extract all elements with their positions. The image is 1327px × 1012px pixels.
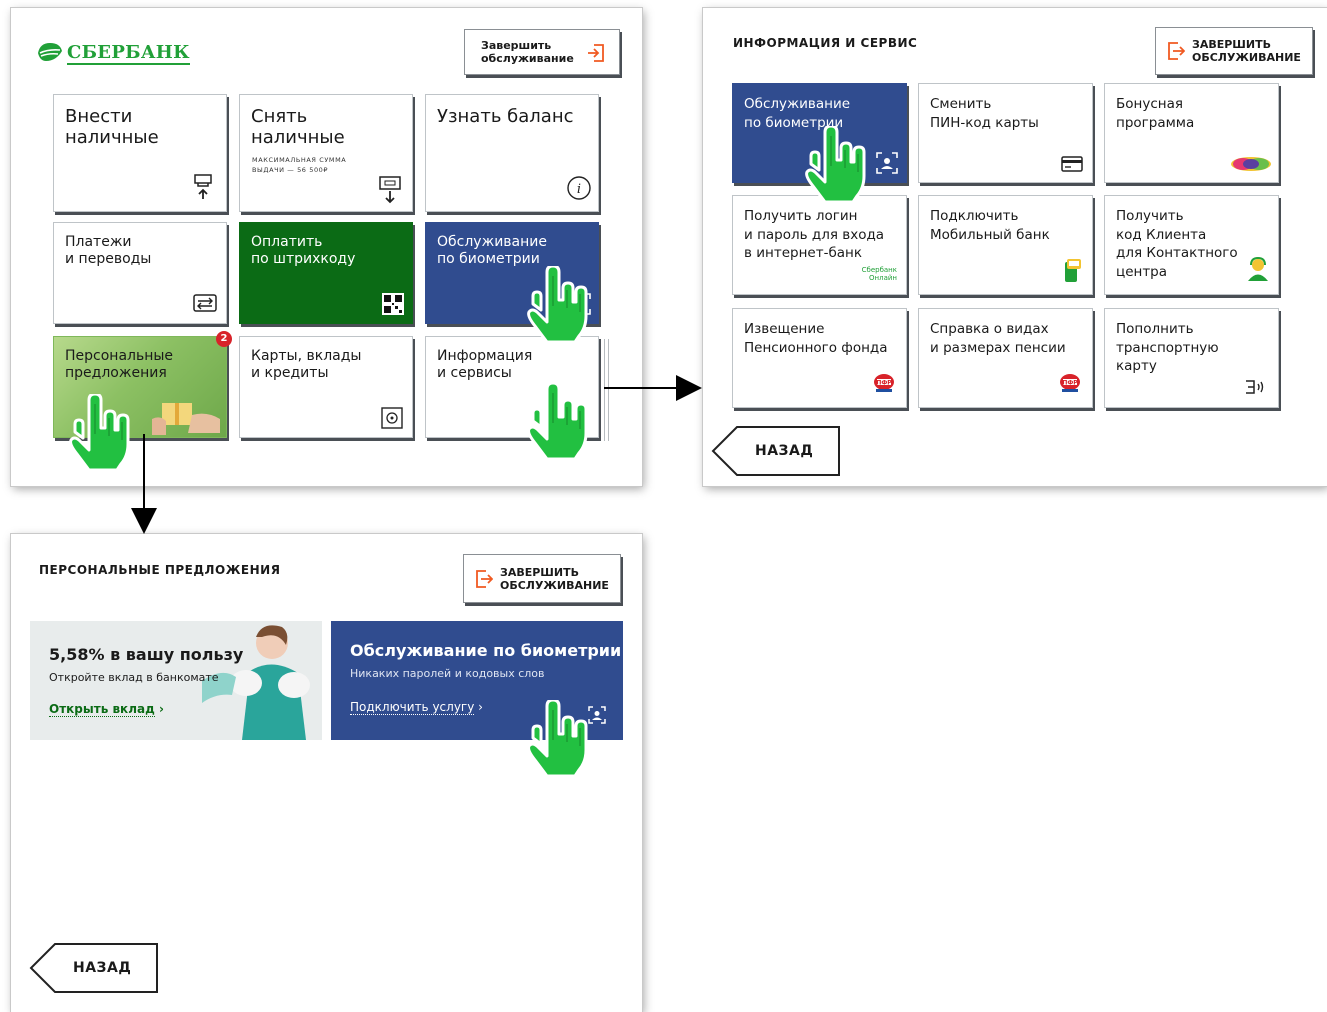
flow-arrow-right-head xyxy=(676,375,702,401)
pfr-icon xyxy=(874,374,894,392)
tile-label: Подключить Мобильный банк xyxy=(930,208,1050,243)
info-icon: i xyxy=(567,176,591,200)
offer-title: Обслуживание по биометрии xyxy=(350,641,622,660)
end-session-button[interactable]: ЗАВЕРШИТЬ ОБСЛУЖИВАНИЕ xyxy=(1155,27,1313,75)
link-text: Открыть вклад xyxy=(49,702,155,717)
back-label: НАЗАД xyxy=(755,443,814,459)
svg-text:i: i xyxy=(577,182,581,197)
tile-mobile-bank[interactable]: Подключить Мобильный банк xyxy=(918,195,1093,295)
tile-label: Извещение Пенсионного фонда xyxy=(744,321,888,356)
tile-label: Снять наличные xyxy=(251,106,345,148)
tile-label: Карты, вклады и кредиты xyxy=(251,348,362,381)
tile-biometrics[interactable]: Обслуживание по биометрии xyxy=(425,222,599,324)
qr-icon xyxy=(382,293,404,315)
tile-personal-offers[interactable]: Персональные предложения 2 xyxy=(53,331,232,438)
transfer-icon xyxy=(193,294,217,312)
tile-pension-fund-notice[interactable]: Извещение Пенсионного фонда xyxy=(732,308,907,408)
page-title: ПЕРСОНАЛЬНЫЕ ПРЕДЛОЖЕНИЯ xyxy=(39,563,281,577)
tile-transport-card[interactable]: Пополнить транспортную карту xyxy=(1104,308,1279,408)
phone-icon xyxy=(1065,259,1081,282)
tile-label: Оплатить по штрихкоду xyxy=(251,234,356,267)
offer-title: 5,58% в вашу пользу xyxy=(49,645,244,664)
tile-balance[interactable]: Узнать баланс i xyxy=(425,94,599,212)
end-session-label: ЗАВЕРШИТЬ ОБСЛУЖИВАНИЕ xyxy=(500,566,609,592)
personal-offers-screen: ПЕРСОНАЛЬНЫЕ ПРЕДЛОЖЕНИЯ ЗАВЕРШИТЬ ОБСЛУ… xyxy=(11,534,642,1012)
logo-text: СБЕРБАНК xyxy=(67,42,190,65)
offer-subtitle: Откройте вклад в банкомате xyxy=(49,671,219,684)
tile-label: Информация и сервисы xyxy=(437,348,533,381)
tile-pension-info[interactable]: Справка о видах и размерах пенсии xyxy=(918,308,1093,408)
contactless-icon xyxy=(1246,380,1264,394)
tile-biometrics[interactable]: Обслуживание по биометрии xyxy=(732,83,907,183)
tile-label: Пополнить транспортную карту xyxy=(1116,321,1219,374)
end-session-label: Завершить обслуживание xyxy=(481,39,574,65)
exit-icon xyxy=(476,570,493,588)
tile-label: Бонусная программа xyxy=(1116,96,1195,131)
safe-icon xyxy=(381,407,403,429)
tile-label: Узнать баланс xyxy=(437,106,574,127)
tile-bonus-program[interactable]: Бонусная программа xyxy=(1104,83,1279,183)
cash-out-icon xyxy=(379,176,401,204)
back-label: НАЗАД xyxy=(73,960,132,976)
tile-pay-by-barcode[interactable]: Оплатить по штрихкоду xyxy=(239,222,413,324)
tile-label: Обслуживание по биометрии xyxy=(437,234,547,267)
gift-photo xyxy=(152,403,220,435)
sberbank-online-logo: Сбербанк Онлайн xyxy=(861,266,897,282)
chevron-right-icon: › xyxy=(478,700,483,714)
flow-arrow-down-line xyxy=(143,434,145,508)
end-session-button[interactable]: ЗАВЕРШИТЬ ОБСЛУЖИВАНИЕ xyxy=(463,554,621,603)
exit-icon xyxy=(1168,42,1185,60)
flow-arrow-right-line xyxy=(604,387,676,389)
tile-label: Внести наличные xyxy=(65,106,159,148)
tile-label: Справка о видах и размерах пенсии xyxy=(930,321,1066,356)
offer-subtitle: Никаких паролей и кодовых слов xyxy=(350,667,545,680)
connect-service-link[interactable]: Подключить услугу › xyxy=(350,700,483,715)
tile-online-login[interactable]: Получить логин и пароль для входа в инте… xyxy=(732,195,907,295)
tile-label: Платежи и переводы xyxy=(65,234,152,267)
back-button[interactable]: НАЗАД xyxy=(29,942,161,996)
biometrics-offer-banner[interactable]: Обслуживание по биометрии Никаких пароле… xyxy=(331,621,623,740)
info-service-screen: ИНФОРМАЦИЯ И СЕРВИС ЗАВЕРШИТЬ ОБСЛУЖИВАН… xyxy=(703,8,1327,486)
chevron-right-icon: › xyxy=(158,702,164,716)
sber-leaf-icon xyxy=(38,43,62,61)
tile-cash-in[interactable]: Внести наличные xyxy=(53,94,227,212)
tile-cash-out[interactable]: Снять наличные МАКСИМАЛЬНАЯ СУММА ВЫДАЧИ… xyxy=(239,94,413,212)
link-text: Подключить услугу xyxy=(350,700,475,715)
tile-change-pin[interactable]: Сменить ПИН-код карты xyxy=(918,83,1093,183)
end-session-label: ЗАВЕРШИТЬ ОБСЛУЖИВАНИЕ xyxy=(1192,38,1301,64)
withdrawal-limit-note: МАКСИМАЛЬНАЯ СУММА ВЫДАЧИ — 56 500₽ xyxy=(252,156,347,174)
tile-label: Сменить ПИН-код карты xyxy=(930,96,1039,131)
cash-in-icon xyxy=(194,174,212,199)
card-icon xyxy=(1061,156,1083,172)
operator-icon xyxy=(1248,256,1268,281)
notification-badge: 2 xyxy=(216,331,232,347)
pfr-icon xyxy=(1060,374,1080,392)
open-deposit-link[interactable]: Открыть вклад › xyxy=(49,702,164,717)
woman-boxer-photo xyxy=(202,621,322,740)
face-scan-icon xyxy=(876,152,898,174)
back-button[interactable]: НАЗАД xyxy=(711,425,843,479)
tile-cards-deposits-loans[interactable]: Карты, вклады и кредиты xyxy=(239,336,413,438)
spasibo-logo-icon xyxy=(1231,157,1271,171)
tile-label: Получить логин и пароль для входа в инте… xyxy=(744,208,885,261)
tile-label: Персональные предложения xyxy=(65,348,174,381)
face-scan-icon xyxy=(588,706,606,724)
tile-label: Обслуживание по биометрии xyxy=(744,96,851,131)
tile-contact-center-code[interactable]: Получить код Клиента для Контактного цен… xyxy=(1104,195,1279,295)
deposit-offer-banner[interactable]: 5,58% в вашу пользу Откройте вклад в бан… xyxy=(30,621,322,740)
page-title: ИНФОРМАЦИЯ И СЕРВИС xyxy=(733,36,918,50)
end-session-button[interactable]: Завершить обслуживание xyxy=(464,29,620,75)
exit-icon xyxy=(588,44,604,62)
face-scan-icon xyxy=(569,293,591,315)
flow-arrow-down-head xyxy=(131,508,157,534)
tile-info-services[interactable]: Информация и сервисы xyxy=(425,336,599,438)
main-menu-screen: СБЕРБАНК Завершить обслуживание Внести н… xyxy=(11,8,642,486)
tile-payments[interactable]: Платежи и переводы xyxy=(53,222,227,324)
